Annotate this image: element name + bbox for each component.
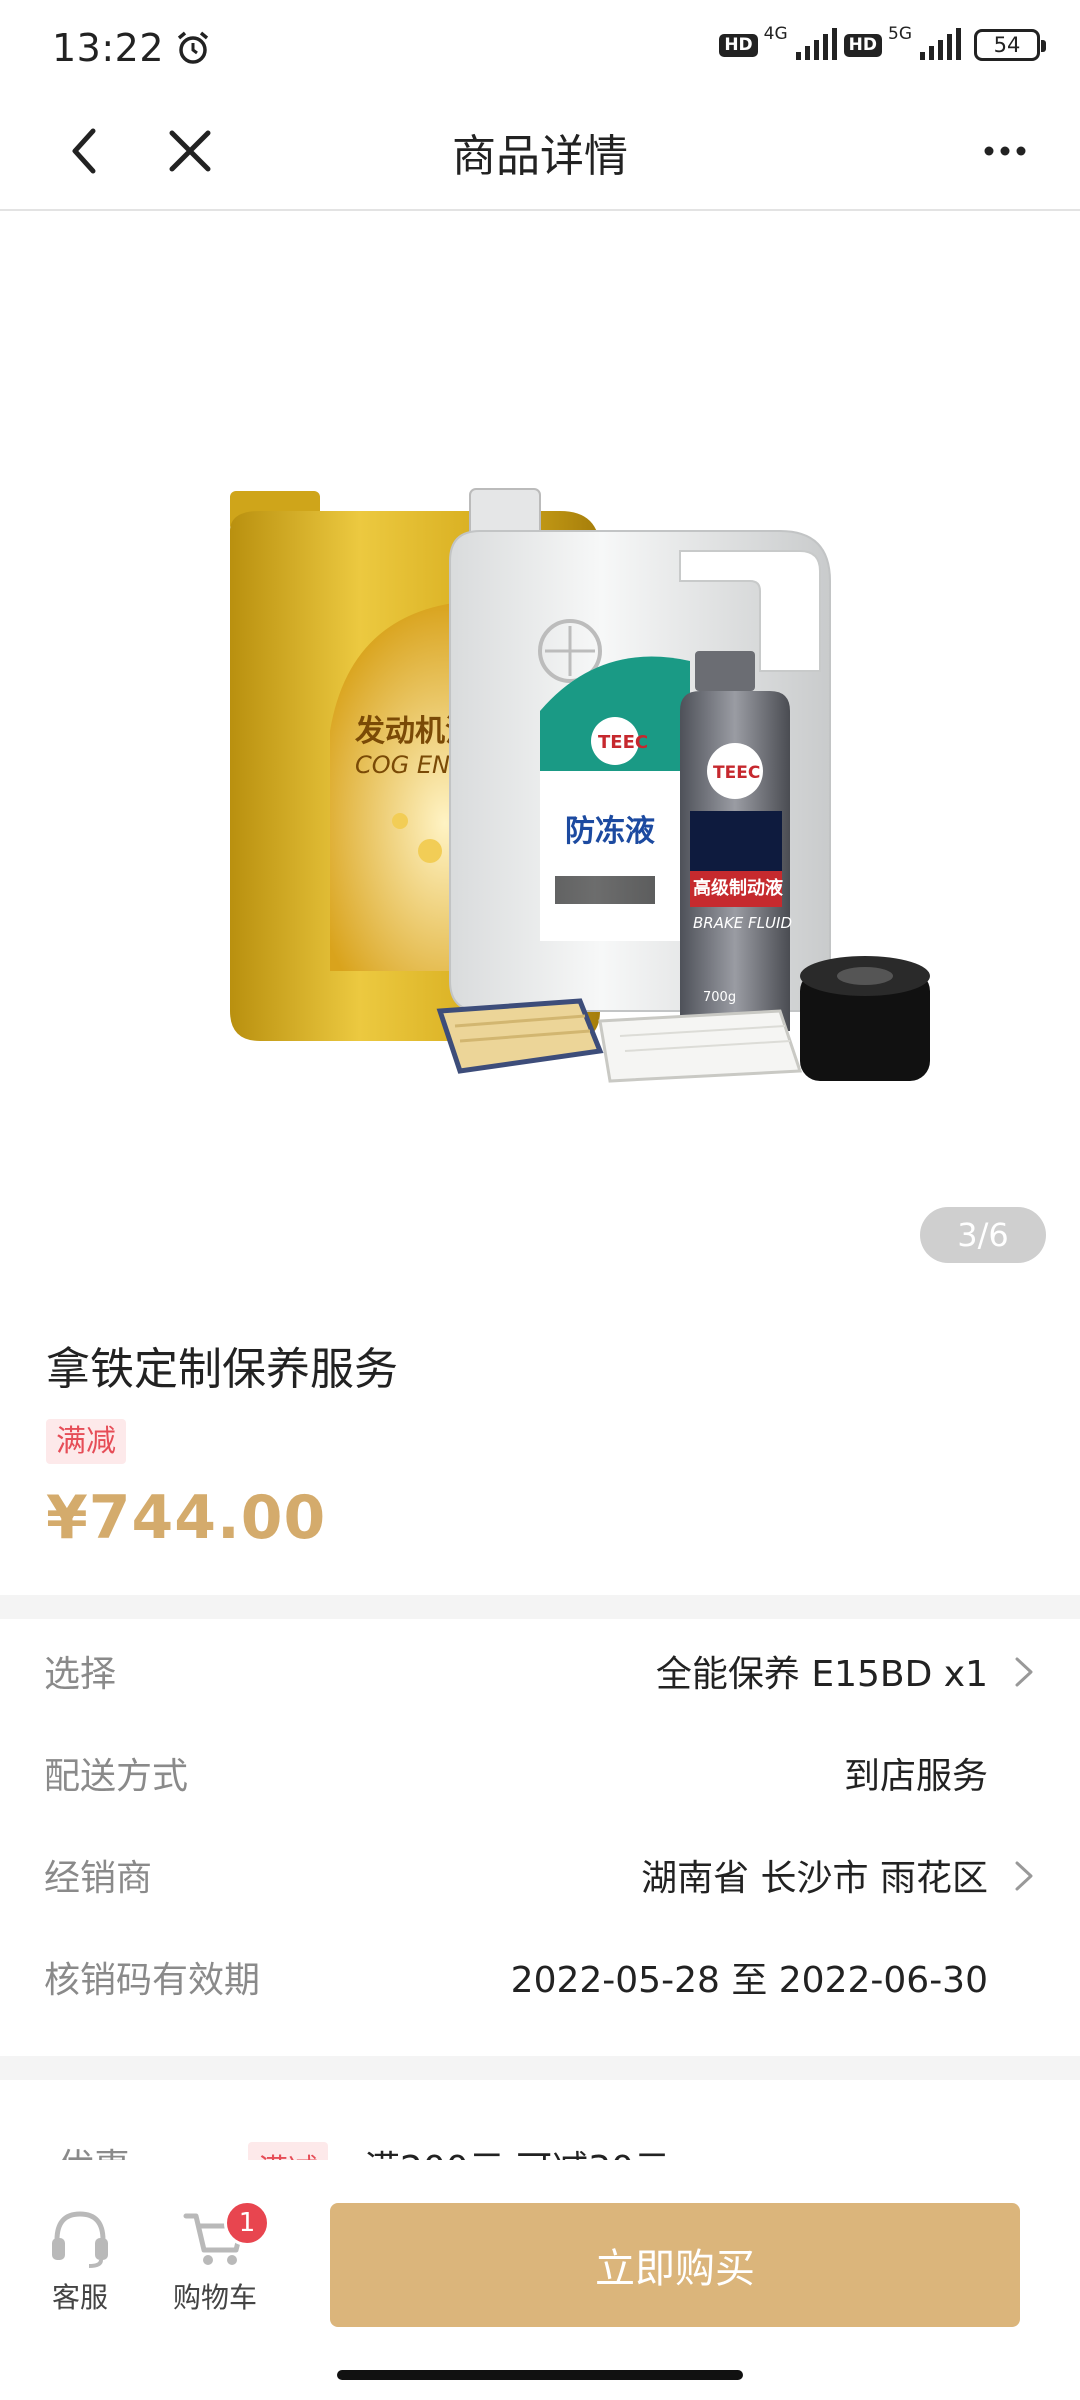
more-button[interactable]: [970, 116, 1040, 186]
discount-row[interactable]: 优惠 满减 满200元,可减30元;: [0, 2080, 1080, 2160]
spec-row-selection[interactable]: 选择 全能保养 E15BD x1: [0, 1620, 1080, 1722]
customer-service-label: 客服: [51, 2281, 108, 2314]
spec-list: 选择 全能保养 E15BD x1 配送方式 到店服务 经销商 湖南省 长沙市 雨…: [0, 1620, 1080, 2028]
cart-button[interactable]: 1 购物车: [160, 2200, 270, 2316]
spec-row-delivery: 配送方式 到店服务: [0, 1722, 1080, 1824]
page-indicator: 3/6: [920, 1207, 1046, 1263]
home-indicator[interactable]: [337, 2370, 743, 2380]
cart-count-badge: 1: [224, 2200, 270, 2246]
brake-brand-text: TEEC: [713, 763, 760, 783]
battery-level: 54: [993, 33, 1021, 57]
spec-row-dealer[interactable]: 经销商 湖南省 长沙市 雨花区: [0, 1824, 1080, 1926]
product-gallery[interactable]: 发动机油 COG EN TEEC 防冻液 TEEC 高级制动液 BRAKE FL…: [0, 211, 1080, 1291]
battery-icon: 54: [974, 29, 1046, 61]
discount-label: 优惠: [58, 2138, 130, 2160]
discount-tag: 满减: [248, 2142, 328, 2160]
spec-value: 到店服务: [843, 1756, 988, 1797]
cart-label: 购物车: [172, 2281, 257, 2314]
status-indicators: HD 4G HD 5G 54: [719, 24, 1046, 62]
chevron-right-icon: [1015, 1657, 1033, 1687]
signal-icon: [920, 28, 961, 60]
page-title: 商品详情: [452, 131, 628, 182]
network-type-label: 4G: [763, 24, 788, 44]
hd-badge: HD: [719, 33, 758, 57]
network-type-label: 5G: [888, 24, 912, 44]
product-image: 发动机油 COG EN TEEC 防冻液 TEEC 高级制动液 BRAKE FL…: [230, 488, 930, 1083]
status-bar: 13:22 HD 4G HD 5G 54: [0, 0, 1080, 96]
oil-filter: [800, 956, 930, 1081]
brake-weight-text: 700g: [703, 990, 736, 1005]
more-icon: [984, 146, 1026, 156]
discount-text: 满200元,可减30元;: [364, 2140, 682, 2160]
spec-label: 经销商: [44, 1858, 153, 1899]
spec-value: 湖南省 长沙市 雨花区: [641, 1858, 988, 1899]
oil-label-english: COG EN: [355, 751, 450, 779]
nav-bar: 商品详情: [0, 96, 1080, 211]
brake-label-english: BRAKE FLUID: [693, 914, 792, 932]
alarm-icon: [177, 31, 209, 64]
buy-now-button[interactable]: 立即购买: [330, 2203, 1020, 2327]
bottom-bar: 客服 1 购物车 立即购买: [0, 2160, 1080, 2400]
section-divider: [0, 1595, 1080, 1619]
spec-value: 全能保养 E15BD x1: [655, 1654, 988, 1695]
product-name: 拿铁定制保养服务: [46, 1344, 398, 1395]
section-divider: [0, 2056, 1080, 2080]
spec-row-validity: 核销码有效期 2022-05-28 至 2022-06-30: [0, 1926, 1080, 2028]
air-filter: [436, 998, 604, 1074]
hd-badge: HD: [843, 33, 882, 57]
spec-label: 选择: [44, 1654, 117, 1695]
promo-tag: 满减: [46, 1419, 126, 1464]
coolant-label-text: 防冻液: [565, 814, 655, 849]
spec-label: 核销码有效期: [44, 1960, 261, 2001]
product-info: 拿铁定制保养服务 满减 ¥744.00: [0, 1291, 1080, 1595]
brake-label-text: 高级制动液: [693, 877, 784, 899]
spec-value: 2022-05-28 至 2022-06-30: [510, 1960, 988, 2001]
customer-service-button[interactable]: 客服: [40, 2202, 120, 2316]
cabin-filter: [598, 1009, 803, 1083]
signal-icon: [795, 28, 837, 60]
product-price: ¥744.00: [46, 1483, 327, 1553]
brake-fluid-bottle: TEEC 高级制动液 BRAKE FLUID 700g: [680, 651, 792, 1031]
status-time: 13:22: [52, 26, 165, 70]
coolant-brand-text: TEEC: [598, 732, 648, 753]
chevron-right-icon: [1015, 1861, 1033, 1891]
headset-icon: [52, 2211, 108, 2268]
spec-label: 配送方式: [44, 1756, 189, 1797]
